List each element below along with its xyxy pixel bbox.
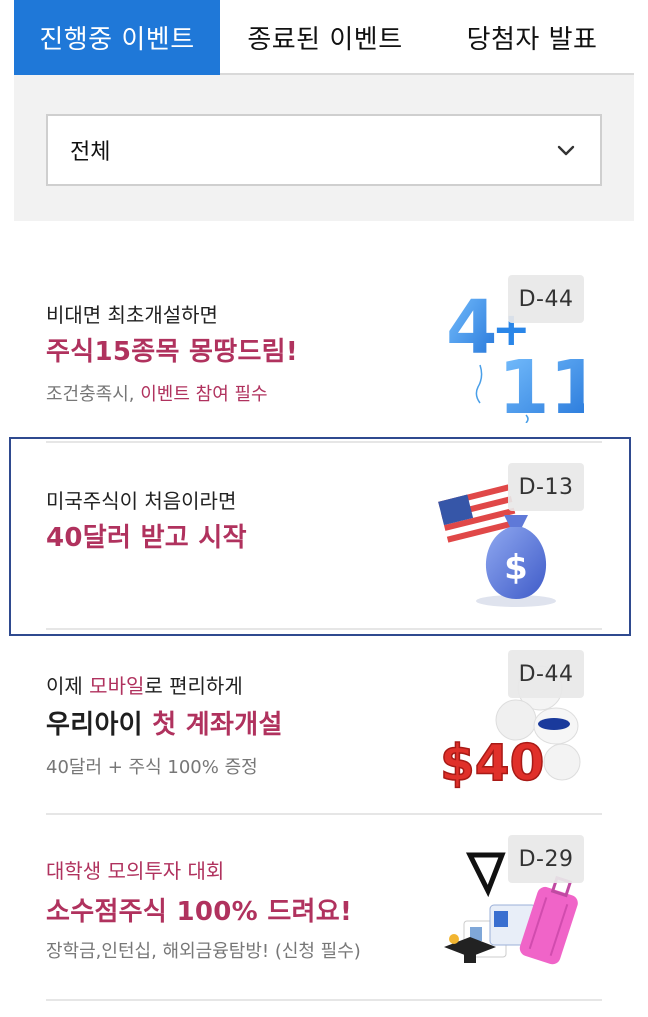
chevron-down-icon [557, 145, 575, 156]
category-select[interactable]: 전체 [46, 114, 602, 186]
event-item[interactable]: 대학생 모의투자 대회 소수점주식 100% 드려요! 장학금,인턴십, 해외금… [46, 815, 602, 1001]
title-highlight: 첫 계좌개설 [152, 710, 283, 740]
event-description: 장학금,인턴십, 해외금융탐방! (신청 필수) [46, 941, 361, 962]
event-item[interactable]: 이제 모바일로 편리하게 우리아이 첫 계좌개설 40달러 + 주식 100% … [46, 630, 602, 815]
filter-area: 전체 [14, 75, 634, 221]
event-subtitle: 이제 모바일로 편리하게 [46, 670, 243, 699]
d-day-badge: D-44 [508, 275, 584, 323]
subtitle-highlight: 모바일 [89, 674, 145, 698]
subtitle-part: 이제 [46, 674, 90, 698]
event-title: 주식15종목 몽땅드림! [46, 337, 299, 367]
event-item[interactable]: 비대면 최초개설하면 주식15종목 몽땅드림! 조건충족시, 이벤트 참여 필수… [46, 255, 602, 443]
event-item[interactable]: 미국주식이 처음이라면 40달러 받고 시작 $ D-13 [46, 443, 602, 630]
tab-winner-announcement[interactable]: 당첨자 발표 [430, 0, 634, 75]
event-description: 40달러 + 주식 100% 증정 [46, 757, 258, 778]
event-condition-text: 조건충족시, [46, 384, 141, 405]
event-title: 우리아이 첫 계좌개설 [46, 704, 283, 741]
event-description: 조건충족시, 이벤트 참여 필수 [46, 380, 268, 406]
svg-text:$40: $40 [440, 734, 544, 792]
event-required-text: 이벤트 참여 필수 [140, 384, 268, 405]
category-select-value: 전체 [70, 140, 111, 165]
tab-ended-events[interactable]: 종료된 이벤트 [220, 0, 430, 75]
d-day-badge: D-44 [508, 650, 584, 698]
event-subtitle: 비대면 최초개설하면 [46, 303, 218, 327]
event-tabs: 진행중 이벤트 종료된 이벤트 당첨자 발표 [14, 0, 634, 75]
subtitle-part: 로 편리하게 [144, 674, 243, 698]
tab-ongoing-events[interactable]: 진행중 이벤트 [14, 0, 220, 75]
event-title: 40달러 받고 시작 [46, 523, 247, 553]
d-day-badge: D-29 [508, 835, 584, 883]
svg-text:$: $ [504, 548, 528, 588]
svg-text:11: 11 [498, 345, 584, 423]
event-title: 소수점주식 100% 드려요! [46, 897, 353, 927]
title-part: 우리아이 [46, 710, 153, 740]
svg-text:4: 4 [446, 285, 498, 371]
d-day-badge: D-13 [508, 463, 584, 511]
event-subtitle: 대학생 모의투자 대회 [46, 859, 225, 883]
event-subtitle: 미국주식이 처음이라면 [46, 489, 237, 513]
